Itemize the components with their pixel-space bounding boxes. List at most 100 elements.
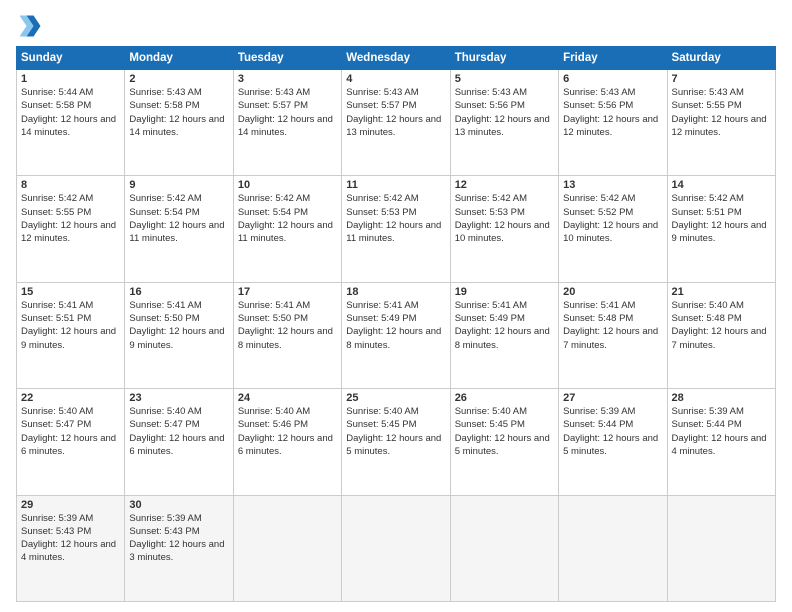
calendar-cell: 21 Sunrise: 5:40 AMSunset: 5:48 PMDayligh… <box>667 282 775 388</box>
cell-info: Sunrise: 5:42 AMSunset: 5:52 PMDaylight:… <box>563 193 658 244</box>
day-number: 11 <box>346 179 445 191</box>
day-number: 25 <box>346 392 445 404</box>
day-number: 6 <box>563 73 662 85</box>
calendar-header-tuesday: Tuesday <box>233 47 341 70</box>
cell-info: Sunrise: 5:42 AMSunset: 5:53 PMDaylight:… <box>455 193 550 244</box>
day-number: 24 <box>238 392 337 404</box>
calendar-cell: 22Sunrise: 5:40 AMSunset: 5:47 PMDayligh… <box>17 389 125 495</box>
day-number: 1 <box>21 73 120 85</box>
cell-info: Sunrise: 5:40 AMSunset: 5:48 PMDaylight:… <box>672 300 767 351</box>
calendar-cell: 19 Sunrise: 5:41 AMSunset: 5:49 PMDayligh… <box>450 282 558 388</box>
cell-info: Sunrise: 5:41 AMSunset: 5:50 PMDaylight:… <box>238 300 333 351</box>
calendar-header-friday: Friday <box>559 47 667 70</box>
day-number: 17 <box>238 286 337 298</box>
cell-info: Sunrise: 5:43 AMSunset: 5:57 PMDaylight:… <box>238 87 333 138</box>
cell-info: Sunrise: 5:41 AMSunset: 5:50 PMDaylight:… <box>129 300 224 351</box>
calendar-cell: 15 Sunrise: 5:41 AMSunset: 5:51 PMDayligh… <box>17 282 125 388</box>
calendar-header-monday: Monday <box>125 47 233 70</box>
cell-info: Sunrise: 5:40 AMSunset: 5:45 PMDaylight:… <box>455 406 550 457</box>
calendar-week-row: 15 Sunrise: 5:41 AMSunset: 5:51 PMDayligh… <box>17 282 776 388</box>
logo-icon <box>16 12 44 40</box>
day-number: 18 <box>346 286 445 298</box>
calendar-header-sunday: Sunday <box>17 47 125 70</box>
cell-info: Sunrise: 5:43 AMSunset: 5:56 PMDaylight:… <box>563 87 658 138</box>
calendar-cell <box>450 495 558 601</box>
cell-info: Sunrise: 5:39 AMSunset: 5:43 PMDaylight:… <box>21 513 116 564</box>
calendar-cell: 1Sunrise: 5:44 AMSunset: 5:58 PMDaylight… <box>17 70 125 176</box>
calendar-header-saturday: Saturday <box>667 47 775 70</box>
day-number: 20 <box>563 286 662 298</box>
calendar-cell: 26 Sunrise: 5:40 AMSunset: 5:45 PMDayligh… <box>450 389 558 495</box>
cell-info: Sunrise: 5:43 AMSunset: 5:56 PMDaylight:… <box>455 87 550 138</box>
day-number: 14 <box>672 179 771 191</box>
calendar-cell: 12 Sunrise: 5:42 AMSunset: 5:53 PMDayligh… <box>450 176 558 282</box>
cell-info: Sunrise: 5:40 AMSunset: 5:47 PMDaylight:… <box>129 406 224 457</box>
day-number: 26 <box>455 392 554 404</box>
cell-info: Sunrise: 5:42 AMSunset: 5:55 PMDaylight:… <box>21 193 116 244</box>
calendar-cell: 6 Sunrise: 5:43 AMSunset: 5:56 PMDaylight… <box>559 70 667 176</box>
calendar-header-thursday: Thursday <box>450 47 558 70</box>
cell-info: Sunrise: 5:41 AMSunset: 5:49 PMDaylight:… <box>455 300 550 351</box>
day-number: 8 <box>21 179 120 191</box>
cell-info: Sunrise: 5:42 AMSunset: 5:54 PMDaylight:… <box>238 193 333 244</box>
calendar-cell: 25 Sunrise: 5:40 AMSunset: 5:45 PMDayligh… <box>342 389 450 495</box>
cell-info: Sunrise: 5:41 AMSunset: 5:51 PMDaylight:… <box>21 300 116 351</box>
calendar-week-row: 1Sunrise: 5:44 AMSunset: 5:58 PMDaylight… <box>17 70 776 176</box>
calendar-cell: 28 Sunrise: 5:39 AMSunset: 5:44 PMDayligh… <box>667 389 775 495</box>
calendar-table: SundayMondayTuesdayWednesdayThursdayFrid… <box>16 46 776 602</box>
calendar-cell: 17 Sunrise: 5:41 AMSunset: 5:50 PMDayligh… <box>233 282 341 388</box>
cell-info: Sunrise: 5:39 AMSunset: 5:44 PMDaylight:… <box>563 406 658 457</box>
day-number: 7 <box>672 73 771 85</box>
calendar-cell: 16 Sunrise: 5:41 AMSunset: 5:50 PMDayligh… <box>125 282 233 388</box>
day-number: 5 <box>455 73 554 85</box>
calendar-cell: 8 Sunrise: 5:42 AMSunset: 5:55 PMDaylight… <box>17 176 125 282</box>
calendar-week-row: 22 Sunrise: 5:40 AMSunset: 5:47 PMDayligh… <box>17 389 776 495</box>
day-number: 30 <box>129 499 228 511</box>
calendar-week-row: 29 Sunrise: 5:39 AMSunset: 5:43 PMDayligh… <box>17 495 776 601</box>
calendar-cell: 23 Sunrise: 5:40 AMSunset: 5:47 PMDayligh… <box>125 389 233 495</box>
day-number: 28 <box>672 392 771 404</box>
cell-info: Sunrise: 5:43 AMSunset: 5:57 PMDaylight:… <box>346 87 441 138</box>
day-number: 13 <box>563 179 662 191</box>
cell-info: Sunrise: 5:42 AMSunset: 5:53 PMDaylight:… <box>346 193 441 244</box>
day-number: 16 <box>129 286 228 298</box>
calendar-cell: 7 Sunrise: 5:43 AMSunset: 5:55 PMDaylight… <box>667 70 775 176</box>
day-number: 10 <box>238 179 337 191</box>
day-number: 4 <box>346 73 445 85</box>
logo <box>16 12 46 40</box>
day-number: 21 <box>672 286 771 298</box>
day-number: 23 <box>129 392 228 404</box>
cell-info: Sunrise: 5:41 AMSunset: 5:49 PMDaylight:… <box>346 300 441 351</box>
calendar-cell: 4 Sunrise: 5:43 AMSunset: 5:57 PMDaylight… <box>342 70 450 176</box>
header <box>16 12 776 40</box>
calendar-cell: 9 Sunrise: 5:42 AMSunset: 5:54 PMDaylight… <box>125 176 233 282</box>
cell-info: Sunrise: 5:40 AMSunset: 5:45 PMDaylight:… <box>346 406 441 457</box>
calendar-cell <box>342 495 450 601</box>
page: SundayMondayTuesdayWednesdayThursdayFrid… <box>0 0 792 612</box>
calendar-cell <box>559 495 667 601</box>
day-number: 29 <box>21 499 120 511</box>
calendar-cell: 30Sunrise: 5:39 AMSunset: 5:43 PMDayligh… <box>125 495 233 601</box>
calendar-cell: 2Sunrise: 5:43 AMSunset: 5:58 PMDaylight… <box>125 70 233 176</box>
calendar-cell: 24Sunrise: 5:40 AMSunset: 5:46 PMDayligh… <box>233 389 341 495</box>
calendar-cell: 3 Sunrise: 5:43 AMSunset: 5:57 PMDaylight… <box>233 70 341 176</box>
calendar-cell: 11 Sunrise: 5:42 AMSunset: 5:53 PMDayligh… <box>342 176 450 282</box>
day-number: 9 <box>129 179 228 191</box>
calendar-cell <box>667 495 775 601</box>
calendar-cell: 13 Sunrise: 5:42 AMSunset: 5:52 PMDayligh… <box>559 176 667 282</box>
day-number: 22 <box>21 392 120 404</box>
day-number: 19 <box>455 286 554 298</box>
calendar-cell: 14 Sunrise: 5:42 AMSunset: 5:51 PMDayligh… <box>667 176 775 282</box>
calendar-week-row: 8 Sunrise: 5:42 AMSunset: 5:55 PMDaylight… <box>17 176 776 282</box>
cell-info: Sunrise: 5:42 AMSunset: 5:54 PMDaylight:… <box>129 193 224 244</box>
calendar-cell: 10 Sunrise: 5:42 AMSunset: 5:54 PMDayligh… <box>233 176 341 282</box>
cell-info: Sunrise: 5:39 AMSunset: 5:44 PMDaylight:… <box>672 406 767 457</box>
cell-info: Sunrise: 5:43 AMSunset: 5:55 PMDaylight:… <box>672 87 767 138</box>
day-number: 3 <box>238 73 337 85</box>
day-number: 15 <box>21 286 120 298</box>
cell-info: Sunrise: 5:42 AMSunset: 5:51 PMDaylight:… <box>672 193 767 244</box>
calendar-cell: 27Sunrise: 5:39 AMSunset: 5:44 PMDayligh… <box>559 389 667 495</box>
day-number: 12 <box>455 179 554 191</box>
calendar-cell: 5 Sunrise: 5:43 AMSunset: 5:56 PMDaylight… <box>450 70 558 176</box>
cell-info: Sunrise: 5:41 AMSunset: 5:48 PMDaylight:… <box>563 300 658 351</box>
